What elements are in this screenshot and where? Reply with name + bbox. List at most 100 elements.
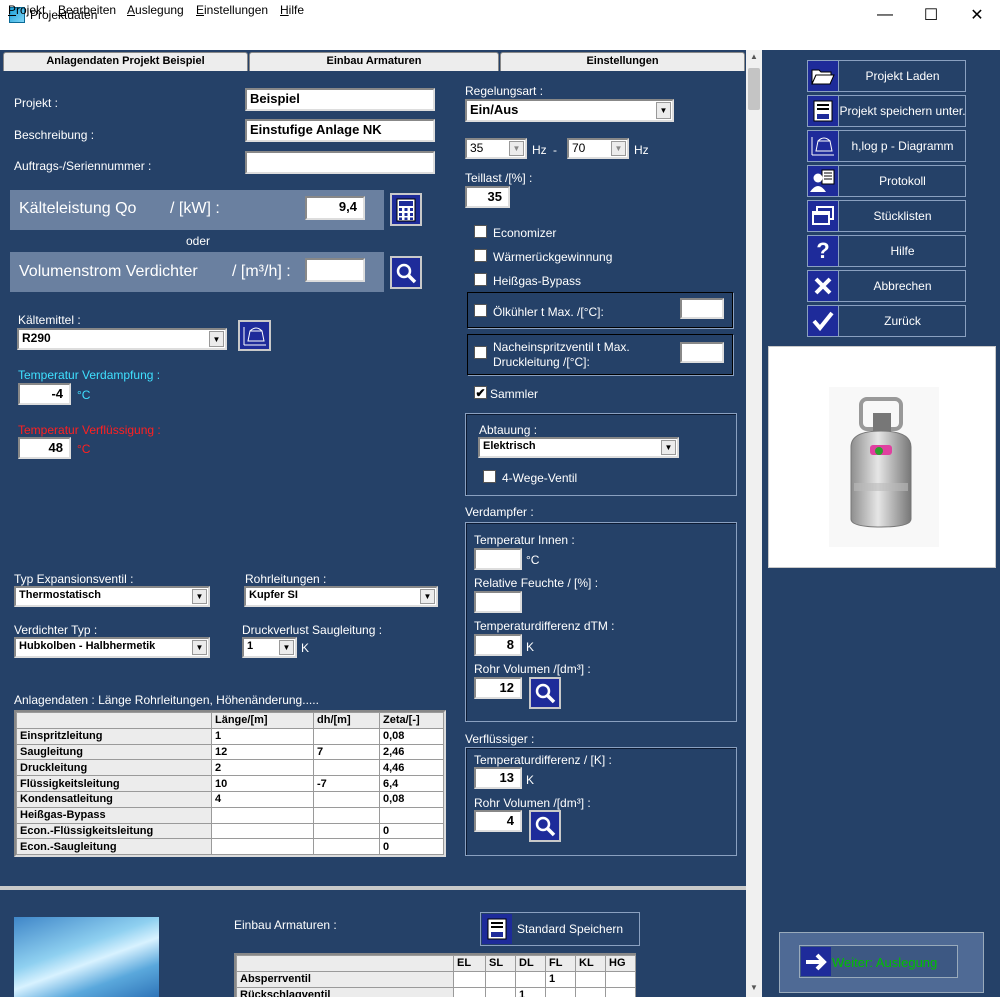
verdichter-typ-select[interactable]: Hubkolben - Halbhermetik ▼ bbox=[14, 637, 210, 658]
hlogp-diagramm-button[interactable]: h,log p - Diagramm bbox=[807, 130, 966, 162]
table-cell[interactable]: 0,08 bbox=[379, 727, 444, 745]
heissgas-bypass-checkbox[interactable] bbox=[474, 273, 487, 286]
economizer-checkbox[interactable] bbox=[474, 225, 487, 238]
menu-bearbeiten[interactable]: Bearbeiten bbox=[58, 3, 116, 17]
kaelteleistung-input[interactable]: 9,4 bbox=[305, 196, 365, 220]
auftrag-input[interactable] bbox=[245, 151, 435, 174]
kaeltemittel-select[interactable]: R290 ▼ bbox=[17, 328, 227, 350]
projekt-laden-button[interactable]: Projekt Laden bbox=[807, 60, 966, 92]
oelkuehler-checkbox[interactable] bbox=[474, 304, 487, 317]
table-cell[interactable] bbox=[485, 970, 516, 988]
waermerueckgewinnung-checkbox[interactable] bbox=[474, 249, 487, 262]
menu-hilfe[interactable]: Hilfe bbox=[280, 3, 304, 17]
maximize-button[interactable]: ☐ bbox=[908, 0, 954, 30]
menu-auslegung[interactable]: Auslegung bbox=[127, 3, 184, 17]
table-cell[interactable]: 7 bbox=[313, 743, 380, 761]
table-cell[interactable]: 12 bbox=[211, 743, 314, 761]
nacheinspritzventil-checkbox[interactable] bbox=[474, 346, 487, 359]
menu-einstellungen[interactable]: Einstellungen bbox=[196, 3, 268, 17]
table-cell[interactable] bbox=[211, 838, 314, 856]
calculator-button[interactable] bbox=[390, 193, 422, 226]
table-cell[interactable] bbox=[211, 806, 314, 824]
temp-innen-input[interactable] bbox=[474, 548, 522, 570]
temp-verfluessigung-input[interactable]: 48 bbox=[18, 437, 71, 459]
hilfe-button[interactable]: ? Hilfe bbox=[807, 235, 966, 267]
volumenstrom-input[interactable] bbox=[305, 258, 365, 282]
table-cell[interactable]: 6,4 bbox=[379, 775, 444, 792]
abtauung-select[interactable]: Elektrisch ▼ bbox=[478, 437, 679, 458]
table-cell[interactable]: -7 bbox=[313, 775, 380, 792]
verfluessiger-dt-input[interactable]: 13 bbox=[474, 767, 522, 789]
table-cell[interactable] bbox=[211, 822, 314, 840]
scroll-down-icon[interactable]: ▼ bbox=[748, 983, 760, 995]
anlagendaten-table[interactable]: Länge/[m] dh/[m] Zeta/[-] Einspritzleitung… bbox=[16, 712, 444, 856]
zurueck-button[interactable]: Zurück bbox=[807, 305, 966, 337]
table-cell[interactable] bbox=[515, 970, 546, 988]
projekt-speichern-button[interactable]: Projekt speichern unter. bbox=[807, 95, 966, 127]
expansionsventil-select[interactable]: Thermostatisch ▼ bbox=[14, 586, 210, 607]
table-cell[interactable] bbox=[313, 790, 380, 808]
diagram-button[interactable] bbox=[238, 320, 271, 351]
table-cell[interactable]: 1 bbox=[515, 986, 546, 997]
table-cell[interactable]: 0 bbox=[379, 838, 444, 856]
regelungsart-select[interactable]: Ein/Aus ▼ bbox=[465, 99, 674, 122]
temp-verdampfung-input[interactable]: -4 bbox=[18, 383, 71, 405]
verfluessiger-rohrvolumen-input[interactable]: 4 bbox=[474, 810, 522, 832]
scrollbar-thumb[interactable] bbox=[748, 68, 760, 110]
verdampfer-search-button[interactable] bbox=[529, 677, 561, 709]
table-cell[interactable] bbox=[453, 970, 486, 988]
projekt-input[interactable]: Beispiel bbox=[245, 88, 435, 111]
nacheinspritzventil-input[interactable] bbox=[680, 342, 724, 363]
table-cell[interactable]: 2,46 bbox=[379, 743, 444, 761]
beschreibung-input[interactable]: Einstufige Anlage NK bbox=[245, 119, 435, 142]
relative-feuchte-input[interactable] bbox=[474, 591, 522, 613]
table-cell[interactable]: 0 bbox=[379, 822, 444, 840]
table-cell[interactable] bbox=[575, 970, 606, 988]
vierwegeventil-checkbox[interactable] bbox=[483, 470, 496, 483]
table-cell[interactable] bbox=[605, 970, 636, 988]
stuecklisten-button[interactable]: Stücklisten bbox=[807, 200, 966, 232]
hz-max-select[interactable]: 70 ▼ bbox=[567, 138, 629, 159]
oelkuehler-input[interactable] bbox=[680, 298, 724, 319]
table-cell[interactable] bbox=[379, 806, 444, 824]
table-cell[interactable]: 1 bbox=[211, 727, 314, 745]
dtm-input[interactable]: 8 bbox=[474, 634, 522, 656]
table-cell[interactable] bbox=[313, 806, 380, 824]
table-cell[interactable] bbox=[545, 986, 576, 997]
close-button[interactable]: ✕ bbox=[954, 0, 1000, 30]
table-cell[interactable] bbox=[575, 986, 606, 997]
table-cell[interactable]: 4 bbox=[211, 790, 314, 808]
scroll-up-icon[interactable]: ▲ bbox=[748, 52, 760, 64]
vertical-scrollbar[interactable] bbox=[746, 50, 762, 997]
verdampfer-rohrvolumen-input[interactable]: 12 bbox=[474, 677, 522, 699]
protokoll-button[interactable]: Protokoll bbox=[807, 165, 966, 197]
table-cell[interactable]: 1 bbox=[545, 970, 576, 988]
standard-speichern-button[interactable]: Standard Speichern bbox=[480, 912, 640, 946]
volumenstrom-search-button[interactable] bbox=[390, 256, 422, 289]
rohrleitungen-select[interactable]: Kupfer SI ▼ bbox=[244, 586, 438, 607]
tab-anlagendaten[interactable]: Anlagendaten Projekt Beispiel bbox=[3, 52, 248, 71]
table-cell[interactable] bbox=[313, 727, 380, 745]
weiter-auslegung-button[interactable]: Weiter: Auslegung bbox=[799, 945, 958, 978]
abbrechen-button[interactable]: Abbrechen bbox=[807, 270, 966, 302]
table-cell[interactable] bbox=[313, 822, 380, 840]
table-cell[interactable] bbox=[453, 986, 486, 997]
table-cell[interactable] bbox=[313, 759, 380, 777]
table-cell[interactable]: 10 bbox=[211, 775, 314, 792]
table-cell[interactable] bbox=[605, 986, 636, 997]
tab-einbau-armaturen[interactable]: Einbau Armaturen bbox=[249, 52, 499, 71]
table-cell[interactable]: 2 bbox=[211, 759, 314, 777]
table-cell[interactable] bbox=[313, 838, 380, 856]
tab-einstellungen[interactable]: Einstellungen bbox=[500, 52, 745, 71]
table-cell[interactable]: 4,46 bbox=[379, 759, 444, 777]
table-cell[interactable]: 0,08 bbox=[379, 790, 444, 808]
sammler-checkbox[interactable]: ✔ bbox=[474, 386, 487, 399]
verfluessiger-search-button[interactable] bbox=[529, 810, 561, 842]
druckverlust-select[interactable]: 1 ▼ bbox=[242, 637, 297, 658]
armaturen-table[interactable]: EL SL DL FL KL HG Absperrventil 1 Rückschlagven… bbox=[236, 955, 636, 997]
menu-projekt[interactable]: Projekt bbox=[8, 3, 45, 17]
minimize-button[interactable]: — bbox=[862, 0, 908, 30]
hz-min-select[interactable]: 35 ▼ bbox=[465, 138, 527, 159]
teillast-input[interactable]: 35 bbox=[465, 186, 510, 208]
table-cell[interactable] bbox=[485, 986, 516, 997]
